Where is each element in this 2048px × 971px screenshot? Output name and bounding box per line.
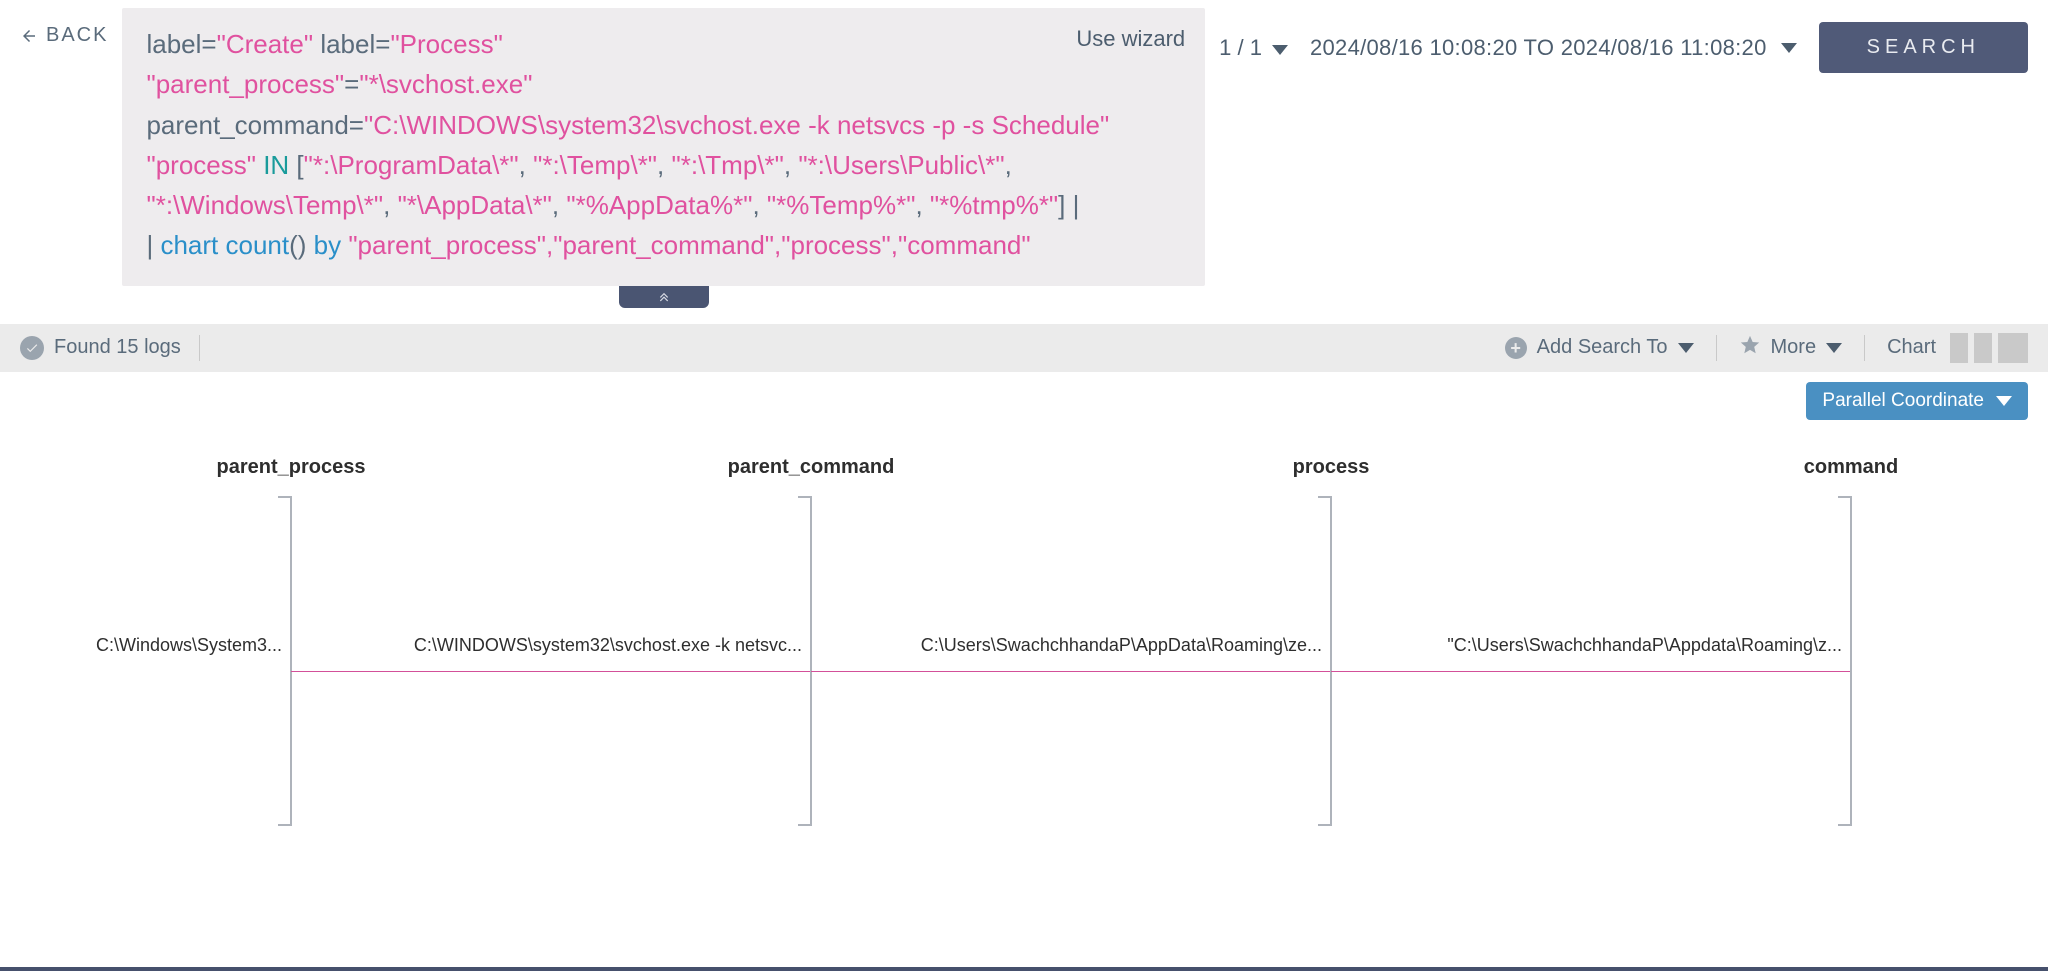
divider [1864, 335, 1865, 361]
chart-type-dropdown[interactable]: Parallel Coordinate [1806, 382, 2028, 420]
time-range-text: 2024/08/16 10:08:20 TO 2024/08/16 11:08:… [1310, 35, 1767, 61]
caret-down-icon [1996, 396, 2012, 406]
axis-command: command "C:\Users\SwachchhandaP\Appdata\… [1850, 456, 1852, 826]
viewmode-full[interactable] [1998, 333, 2028, 363]
use-wizard-link[interactable]: Use wizard [1076, 22, 1185, 56]
viewmode-icons [1950, 333, 2028, 363]
arrow-left-icon [20, 27, 38, 45]
viewmode-split-right[interactable] [1974, 333, 1992, 363]
pager-text: 1 / 1 [1219, 35, 1262, 61]
found-text: Found 15 logs [54, 336, 181, 359]
more-dropdown[interactable]: More [1739, 334, 1843, 362]
viewmode-chart[interactable]: Chart [1887, 336, 1936, 359]
axis-value: C:\Users\SwachchhandaP\AppData\Roaming\z… [921, 635, 1322, 656]
add-search-label: Add Search To [1537, 336, 1668, 359]
chart-area: Parallel Coordinate parent_process C:\Wi… [0, 372, 2048, 856]
axis-title: process [1293, 456, 1370, 479]
caret-down-icon [1781, 43, 1797, 53]
parallel-coordinate-chart[interactable]: parent_process C:\Windows\System3... par… [20, 456, 2028, 856]
star-icon [1739, 334, 1761, 362]
caret-down-icon [1826, 343, 1842, 353]
divider [1716, 335, 1717, 361]
caret-down-icon [1272, 45, 1288, 55]
chart-type-label: Parallel Coordinate [1822, 390, 1984, 412]
collapse-query-tab[interactable] [619, 286, 709, 308]
pager-dropdown[interactable] [1272, 35, 1288, 61]
viewmode-split-left[interactable] [1950, 333, 1968, 363]
axis-value: C:\WINDOWS\system32\svchost.exe -k netsv… [414, 635, 802, 656]
query-text: label="Create" label="Process" "parent_p… [146, 24, 1181, 266]
axis-title: command [1804, 456, 1898, 479]
pager: 1 / 1 [1219, 35, 1288, 61]
results-toolbar: Found 15 logs + Add Search To More Chart [0, 324, 2048, 372]
back-label: BACK [46, 24, 108, 47]
axis-parent-process: parent_process C:\Windows\System3... [290, 456, 292, 826]
back-button[interactable]: BACK [20, 8, 108, 47]
caret-down-icon [1678, 343, 1694, 353]
axis-process: process C:\Users\SwachchhandaP\AppData\R… [1330, 456, 1332, 826]
chart-connector [291, 671, 810, 673]
found-count: Found 15 logs [20, 336, 181, 360]
plus-circle-icon: + [1505, 337, 1527, 359]
more-label: More [1771, 336, 1817, 359]
axis-value: "C:\Users\SwachchhandaP\Appdata\Roaming\… [1447, 635, 1842, 656]
add-search-to-dropdown[interactable]: + Add Search To [1505, 336, 1694, 359]
axis-title: parent_command [728, 456, 895, 479]
axis-value: C:\Windows\System3... [96, 635, 282, 656]
time-range-picker[interactable]: 2024/08/16 10:08:20 TO 2024/08/16 11:08:… [1310, 35, 1797, 61]
footer-border [0, 967, 2048, 971]
divider [199, 335, 200, 361]
query-editor[interactable]: Use wizard label="Create" label="Process… [122, 8, 1205, 286]
chevron-up-double-icon [655, 290, 673, 304]
axis-title: parent_process [217, 456, 366, 479]
axis-parent-command: parent_command C:\WINDOWS\system32\svcho… [810, 456, 812, 826]
chart-connector [811, 671, 1330, 673]
search-button[interactable]: SEARCH [1819, 22, 2028, 73]
check-circle-icon [20, 336, 44, 360]
chart-connector [1331, 671, 1850, 673]
